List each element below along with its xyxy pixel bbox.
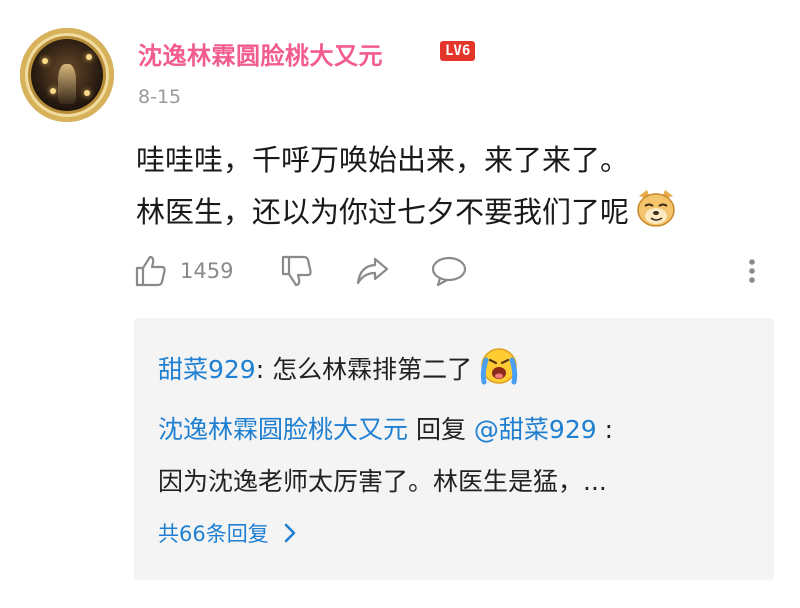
comment-line-with-emoji: 林医生，还以为你过七夕不要我们了呢	[136, 186, 776, 238]
avatar-sparkle	[84, 90, 90, 96]
avatar[interactable]	[20, 28, 114, 122]
reply-username[interactable]: 甜菜929	[158, 355, 256, 384]
reply-separator: :	[596, 415, 614, 444]
thumbs-up-icon	[135, 255, 166, 287]
reply-item[interactable]: 沈逸林霖圆脸桃大又元 回复 @甜菜929 :	[158, 410, 613, 446]
more-options-button[interactable]	[742, 248, 762, 294]
more-vertical-icon	[749, 259, 755, 283]
dislike-button[interactable]	[280, 248, 314, 294]
like-count: 1459	[180, 259, 234, 283]
comment-line: 哇哇哇，千呼万唤始出来，来了来了。	[136, 143, 630, 177]
reply-item[interactable]: 甜菜929: 怎么林霖排第二了	[158, 344, 520, 386]
avatar-sparkle	[42, 58, 48, 64]
comment-line-text: 林医生，还以为你过七夕不要我们了呢	[136, 195, 630, 229]
comment-bubble-icon	[431, 256, 467, 287]
crying-emoji	[480, 348, 518, 385]
avatar-sparkle	[50, 88, 56, 94]
avatar-figure	[58, 64, 76, 104]
level-badge: LV6	[440, 41, 476, 61]
replies-preview[interactable]: 甜菜929: 怎么林霖排第二了 沈逸林霖圆脸桃大又元 回复 @甜菜929 : 因…	[134, 318, 774, 580]
doge-emoji	[637, 190, 675, 227]
reply-text: 因为沈逸老师太厉害了。林医生是猛，...	[158, 467, 607, 496]
comment-date: 8-15	[138, 86, 182, 108]
reply-mention[interactable]: @甜菜929	[474, 415, 597, 444]
comment-actions: 1459	[134, 248, 774, 294]
reply-separator: :	[255, 355, 273, 384]
reply-text: 怎么林霖排第二了	[272, 355, 473, 384]
reply-username[interactable]: 沈逸林霖圆脸桃大又元	[158, 415, 408, 444]
view-all-replies-link[interactable]: 共66条回复	[158, 518, 297, 548]
share-icon	[356, 257, 389, 285]
view-all-replies-label: 共66条回复	[158, 522, 269, 546]
thumbs-down-icon	[281, 255, 312, 287]
comment-content: 哇哇哇，千呼万唤始出来，来了来了。 林医生，还以为你过七夕不要我们了呢	[136, 134, 776, 238]
comment-username[interactable]: 沈逸林霖圆脸桃大又元	[138, 36, 383, 71]
reply-word: 回复	[408, 415, 474, 444]
reply-button[interactable]	[430, 248, 468, 294]
share-button[interactable]	[354, 248, 390, 294]
avatar-sparkle	[86, 54, 92, 60]
like-button[interactable]: 1459	[134, 248, 233, 294]
chevron-right-icon	[284, 523, 296, 543]
